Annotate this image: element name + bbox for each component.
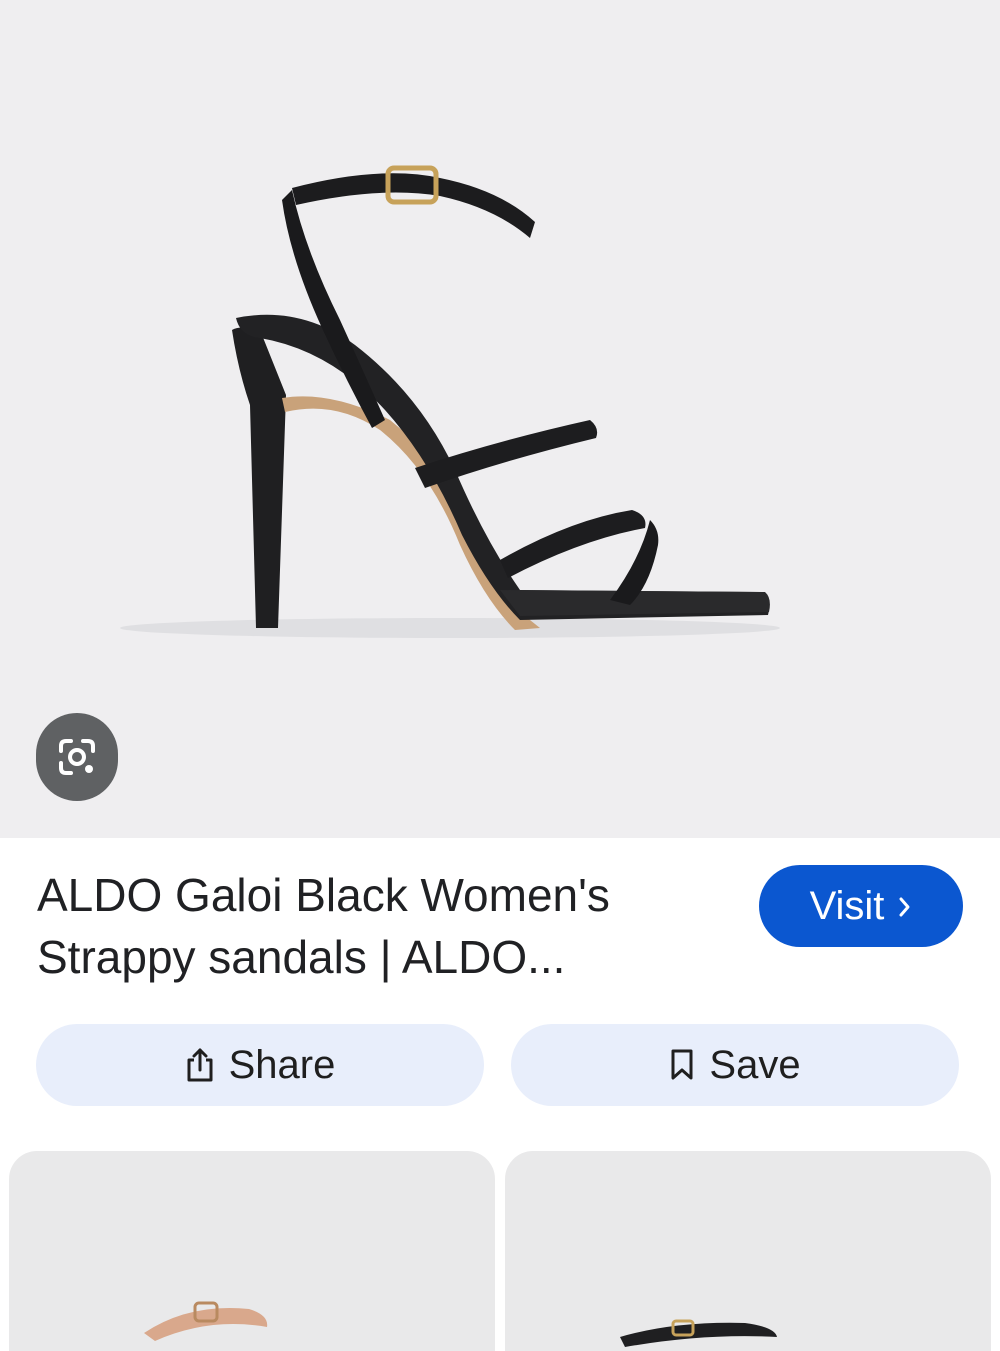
chevron-right-icon [899,897,910,917]
share-label: Share [228,1042,336,1087]
google-lens-button[interactable] [36,713,118,801]
result-title[interactable]: ALDO Galoi Black Women's Strappy sandals… [37,864,717,988]
save-button[interactable]: Save [511,1024,959,1106]
related-result-card[interactable] [9,1151,495,1351]
related-sandal-image [144,1301,268,1341]
product-image[interactable] [0,0,1000,838]
visit-button[interactable]: Visit [759,865,963,947]
sandal-image [120,165,780,638]
share-button[interactable]: Share [36,1024,484,1106]
related-result-card[interactable] [505,1151,991,1351]
visit-label: Visit [809,883,885,928]
bookmark-icon [671,1049,693,1080]
save-label: Save [709,1042,801,1087]
google-lens-icon [59,739,95,775]
related-sandal-image [620,1319,777,1347]
share-icon [187,1048,213,1082]
